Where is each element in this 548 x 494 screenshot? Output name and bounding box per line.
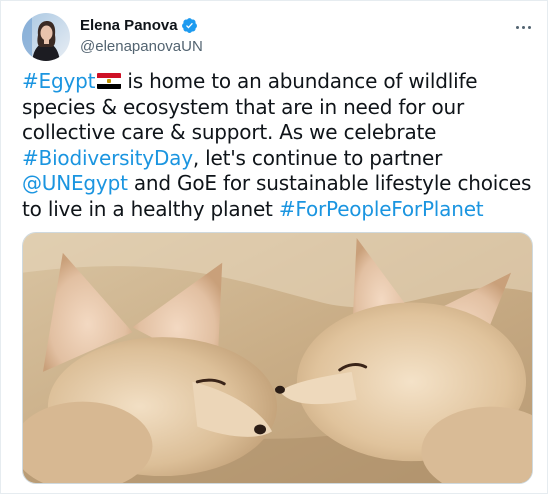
egypt-flag-icon	[97, 73, 122, 89]
fennec-foxes-photo	[23, 233, 532, 483]
more-dot	[515, 25, 519, 29]
display-name[interactable]: Elena Panova	[80, 17, 178, 34]
hashtag-forpeopleforplanet[interactable]: #ForPeopleForPlanet	[279, 197, 484, 221]
tweet-card: Elena Panova @elenapanovaUN #Egypt is ho…	[0, 0, 548, 494]
tweet-photo[interactable]	[22, 232, 533, 484]
more-options-icon[interactable]	[507, 11, 539, 43]
author-handle[interactable]: @elenapanovaUN	[80, 38, 203, 55]
tweet-author: Elena Panova @elenapanovaUN	[80, 15, 203, 56]
verified-badge-icon	[181, 17, 198, 34]
more-dot	[527, 25, 531, 29]
name-row: Elena Panova	[80, 15, 203, 35]
mention-unegypt[interactable]: @UNEgypt	[22, 171, 128, 195]
avatar[interactable]	[22, 13, 70, 61]
hashtag-egypt[interactable]: #Egypt	[22, 69, 95, 93]
avatar-image	[22, 13, 70, 61]
hashtag-biodiversityday[interactable]: #BiodiversityDay	[22, 146, 193, 170]
tweet-text: #Egypt is home to an abundance of wildli…	[22, 69, 532, 222]
more-dot	[521, 25, 525, 29]
tweet-text-part: , let's continue to partner	[192, 145, 443, 170]
